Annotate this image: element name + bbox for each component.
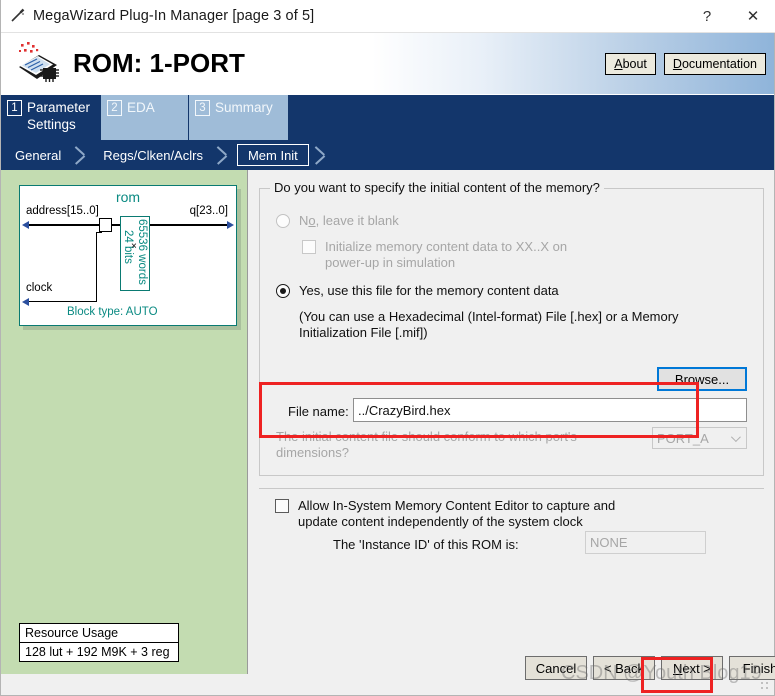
tab-parameter-settings[interactable]: 1 Parameter Settings: [1, 95, 101, 140]
q-arrow-icon: [227, 221, 234, 229]
magic-wand-icon: [1, 0, 29, 33]
section-divider-top: [259, 488, 764, 489]
checkbox-allow-ismce-label: Allow In-System Memory Content Editor to…: [298, 498, 615, 530]
instance-id-input[interactable]: NONE: [585, 531, 706, 554]
radio-no-label: No, leave it blank: [299, 213, 399, 228]
checkbox-initialize-line2: power-up in simulation: [325, 255, 456, 270]
megawizard-chip-icon: [13, 41, 61, 87]
instance-id-label: The 'Instance ID' of this ROM is:: [333, 537, 519, 552]
port-select[interactable]: PORT_A: [652, 427, 747, 449]
tab-eda[interactable]: 2 EDA: [101, 95, 189, 140]
subtab-general[interactable]: General: [7, 144, 69, 166]
subtab-regs-clken-aclrs[interactable]: Regs/Clken/Aclrs: [95, 144, 211, 166]
checkbox-initialize-line1: Initialize memory content data to XX..X …: [325, 239, 568, 254]
clock-wire-h: [29, 301, 97, 302]
initial-content-group: Do you want to specify the initial conte…: [259, 180, 764, 476]
cancel-button[interactable]: Cancel: [525, 656, 587, 680]
resize-grip-icon[interactable]: [760, 681, 772, 693]
checkbox-initialize-indicator: [302, 240, 316, 254]
radio-yes-use-file[interactable]: Yes, use this file for the memory conten…: [276, 283, 559, 299]
chevron-separator-icon: [69, 142, 95, 168]
documentation-button[interactable]: Documentation: [663, 52, 766, 75]
clock-wire-branch: [96, 232, 102, 233]
q-wire: [150, 224, 227, 226]
back-button[interactable]: < Back: [593, 656, 655, 680]
about-button[interactable]: About: [605, 52, 656, 75]
documentation-label: ocumentation: [681, 56, 757, 71]
file-format-hint: (You can use a Hexadecimal (Intel-format…: [299, 309, 739, 341]
next-button[interactable]: Next >: [661, 656, 723, 680]
radio-yes-label: Yes, use this file for the memory conten…: [299, 283, 559, 298]
file-format-hint-line2: Initialization File [.mif]): [299, 325, 428, 340]
tab-number-2: 2: [107, 100, 122, 116]
checkbox-initialize-xx[interactable]: Initialize memory content data to XX..X …: [302, 239, 632, 271]
checkbox-allow-ismce-indicator: [275, 499, 289, 513]
port-dimension-question-line1: The initial content file should conform …: [276, 429, 577, 444]
port-select-value: PORT_A: [657, 430, 709, 446]
tab-number-3: 3: [195, 100, 210, 116]
resource-usage-title: Resource Usage: [20, 624, 178, 643]
clock-wire-v: [96, 232, 97, 301]
clock-arrow-icon: [22, 298, 29, 306]
wizard-footer: Cancel < Back Next > Finish: [249, 645, 775, 694]
rom-block-symbol: rom address[15..0] 24 bits 65536 words ×…: [19, 185, 237, 326]
file-format-hint-line1: (You can use a Hexadecimal (Intel-format…: [299, 309, 679, 324]
allow-ismce-line1: Allow In-System Memory Content Editor to…: [298, 498, 616, 513]
mem-init-form: Do you want to specify the initial conte…: [249, 170, 774, 674]
help-button[interactable]: ?: [684, 0, 730, 32]
close-icon[interactable]: ✕: [730, 0, 775, 32]
tab-label-summary: Summary: [215, 100, 273, 115]
symbol-name-label: rom: [115, 189, 141, 205]
chevron-separator-icon: [309, 142, 335, 168]
symbol-q-label: q[23..0]: [189, 205, 228, 217]
resource-usage-value: 128 lut + 192 M9K + 3 reg: [25, 645, 170, 659]
allow-ismce-line2: update content independently of the syst…: [298, 514, 583, 529]
file-name-label: File name:: [288, 404, 349, 419]
megawizard-window: MegaWizard Plug-In Manager [page 3 of 5]…: [0, 0, 775, 696]
symbol-mem-words-label: 65536 words: [136, 219, 148, 285]
chevron-separator-icon: [211, 142, 237, 168]
radio-no-leave-blank[interactable]: No, leave it blank: [276, 213, 399, 229]
tab-summary[interactable]: 3 Summary: [189, 95, 289, 140]
page-title: ROM: 1-PORT: [73, 48, 245, 78]
radio-yes-indicator: [276, 284, 290, 298]
chevron-down-icon: [730, 432, 741, 443]
symbol-block-type-label: Block type: AUTO: [67, 306, 158, 318]
next-mnemonic: N: [673, 660, 683, 676]
initial-content-group-title: Do you want to specify the initial conte…: [270, 180, 604, 195]
symbol-clock-label: clock: [26, 282, 53, 294]
next-label: ext >: [682, 660, 711, 676]
header-banner: ROM: 1-PORT About Documentation: [1, 33, 774, 95]
multiply-sign: ×: [131, 241, 137, 252]
window-title: MegaWizard Plug-In Manager [page 3 of 5]: [33, 8, 315, 24]
tab-label-parameter-settings: Parameter Settings: [27, 100, 91, 132]
symbol-address-label: address[15..0]: [26, 205, 99, 217]
port-dimension-question: The initial content file should conform …: [276, 429, 616, 461]
port-dimension-question-line2: dimensions?: [276, 445, 349, 460]
browse-button[interactable]: Browse...: [657, 367, 747, 391]
title-bar: MegaWizard Plug-In Manager [page 3 of 5]…: [1, 0, 775, 33]
documentation-mnemonic: D: [672, 56, 682, 71]
checkbox-allow-ismce[interactable]: Allow In-System Memory Content Editor to…: [275, 498, 655, 530]
subtab-mem-init[interactable]: Mem Init: [236, 144, 309, 166]
radio-no-indicator: [276, 214, 290, 228]
file-name-input[interactable]: ../CrazyBird.hex: [353, 398, 747, 422]
address-arrow-icon: [22, 221, 29, 229]
symbol-preview-panel: rom address[15..0] 24 bits 65536 words ×…: [1, 170, 248, 674]
checkbox-initialize-label: Initialize memory content data to XX..X …: [325, 239, 567, 271]
tab-label-eda: EDA: [127, 100, 155, 115]
sub-tab-strip: General Regs/Clken/Aclrs Mem Init: [1, 140, 774, 170]
about-mnemonic: A: [614, 56, 623, 71]
address-register-box: [99, 218, 112, 232]
resource-usage-box: Resource Usage 128 lut + 192 M9K + 3 reg: [19, 623, 179, 662]
about-label: bout: [622, 56, 647, 71]
main-tab-strip: 1 Parameter Settings 2 EDA 3 Summary: [1, 95, 774, 140]
finish-button[interactable]: Finish: [729, 656, 775, 680]
tab-number-1: 1: [7, 100, 22, 116]
